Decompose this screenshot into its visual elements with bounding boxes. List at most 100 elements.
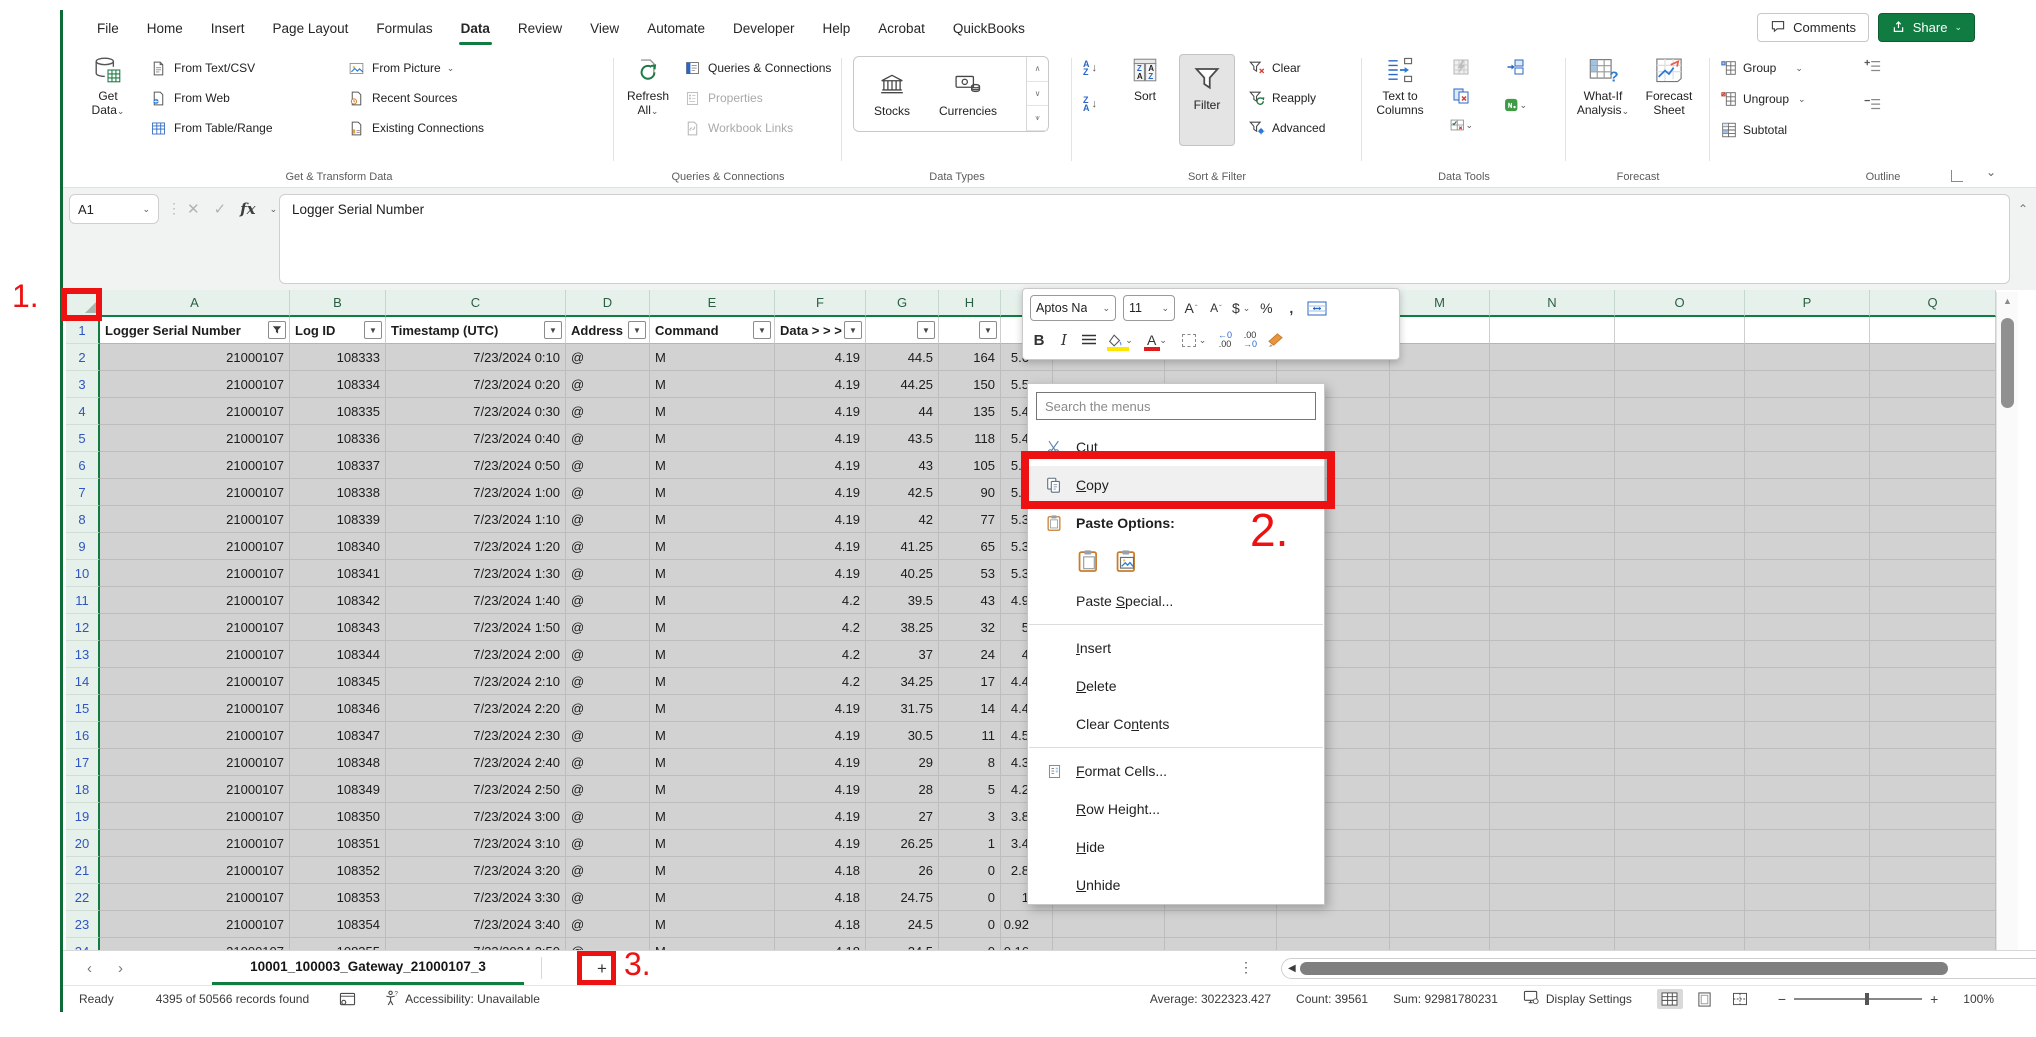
cell-A6[interactable]: 21000107: [100, 452, 290, 479]
cell-P16[interactable]: [1745, 722, 1870, 749]
row-header-3[interactable]: 3: [66, 371, 100, 398]
cell-A12[interactable]: 21000107: [100, 614, 290, 641]
cell-M12[interactable]: [1390, 614, 1490, 641]
vertical-scroll-thumb[interactable]: [2001, 318, 2014, 408]
cell-P20[interactable]: [1745, 830, 1870, 857]
cell-N16[interactable]: [1490, 722, 1615, 749]
cell-P7[interactable]: [1745, 479, 1870, 506]
row-header-18[interactable]: 18: [66, 776, 100, 803]
cell-B2[interactable]: 108333: [290, 344, 386, 371]
cell-E2[interactable]: M: [650, 344, 775, 371]
row-header-22[interactable]: 22: [66, 884, 100, 911]
column-header-P[interactable]: P: [1745, 290, 1870, 317]
cell-Q24[interactable]: [1870, 938, 1996, 950]
formula-bar-input[interactable]: Logger Serial Number: [279, 194, 2010, 284]
cell-D13[interactable]: @: [566, 641, 650, 668]
cell-D21[interactable]: @: [566, 857, 650, 884]
cell-N20[interactable]: [1490, 830, 1615, 857]
cell-F4[interactable]: 4.19: [775, 398, 866, 425]
cell-O15[interactable]: [1615, 695, 1745, 722]
cell-Q4[interactable]: [1870, 398, 1996, 425]
cell-D22[interactable]: @: [566, 884, 650, 911]
cell-H13[interactable]: 24: [939, 641, 1001, 668]
cell-B18[interactable]: 108349: [290, 776, 386, 803]
cell-O13[interactable]: [1615, 641, 1745, 668]
filter-dropdown-icon[interactable]: ▼: [544, 321, 562, 339]
cell-N3[interactable]: [1490, 371, 1615, 398]
cell-P11[interactable]: [1745, 587, 1870, 614]
tab-view[interactable]: View: [576, 10, 633, 46]
cell-M18[interactable]: [1390, 776, 1490, 803]
cell-B16[interactable]: 108347: [290, 722, 386, 749]
sort-descending-button[interactable]: ZA↓: [1079, 90, 1101, 118]
gallery-scrollbar[interactable]: ∧ ∨ ⩛: [1026, 57, 1048, 131]
merge-center-button[interactable]: [1307, 295, 1327, 321]
cell-C18[interactable]: 7/23/2024 2:50: [386, 776, 566, 803]
macro-record-icon[interactable]: [339, 992, 356, 1007]
cell-E17[interactable]: M: [650, 749, 775, 776]
cell-D23[interactable]: @: [566, 911, 650, 938]
cell-O11[interactable]: [1615, 587, 1745, 614]
cell-P14[interactable]: [1745, 668, 1870, 695]
menu-item-delete[interactable]: Delete: [1028, 667, 1324, 705]
row-header-14[interactable]: 14: [66, 668, 100, 695]
tab-acrobat[interactable]: Acrobat: [864, 10, 939, 46]
cell-G11[interactable]: 39.5: [866, 587, 939, 614]
cell-E16[interactable]: M: [650, 722, 775, 749]
cell-H10[interactable]: 53: [939, 560, 1001, 587]
cell-G24[interactable]: 24.5: [866, 938, 939, 950]
cell-I24[interactable]: 0.16: [1001, 938, 1053, 950]
from-table-range-button[interactable]: From Table/Range: [149, 116, 273, 140]
zoom-level[interactable]: 100%: [1963, 992, 1994, 1006]
cell-C24[interactable]: 7/23/2024 3:50: [386, 938, 566, 950]
header-cell-15[interactable]: [1745, 317, 1870, 344]
cell-C15[interactable]: 7/23/2024 2:20: [386, 695, 566, 722]
cell-E12[interactable]: M: [650, 614, 775, 641]
column-header-N[interactable]: N: [1490, 290, 1615, 317]
zoom-slider-thumb[interactable]: [1865, 993, 1869, 1005]
cell-D19[interactable]: @: [566, 803, 650, 830]
menu-item-clear-contents[interactable]: Clear Contents: [1028, 705, 1324, 743]
column-header-Q[interactable]: Q: [1870, 290, 1996, 317]
menu-item-insert[interactable]: Insert: [1028, 629, 1324, 667]
comments-button[interactable]: Comments: [1757, 13, 1869, 42]
cell-1024[interactable]: [1165, 938, 1277, 950]
cell-E19[interactable]: M: [650, 803, 775, 830]
increase-font-size-button[interactable]: Aˆ: [1182, 295, 1200, 321]
cell-A22[interactable]: 21000107: [100, 884, 290, 911]
tab-developer[interactable]: Developer: [719, 10, 809, 46]
recent-sources-button[interactable]: Recent Sources: [347, 86, 484, 110]
cell-C20[interactable]: 7/23/2024 3:10: [386, 830, 566, 857]
percent-style-button[interactable]: %: [1257, 295, 1275, 321]
cell-O17[interactable]: [1615, 749, 1745, 776]
cell-E23[interactable]: M: [650, 911, 775, 938]
data-model-icon[interactable]: ⌄: [1503, 94, 1527, 116]
properties-button[interactable]: Properties: [683, 86, 831, 110]
cell-G15[interactable]: 31.75: [866, 695, 939, 722]
cell-B6[interactable]: 108337: [290, 452, 386, 479]
cell-N13[interactable]: [1490, 641, 1615, 668]
cell-M3[interactable]: [1390, 371, 1490, 398]
cell-Q5[interactable]: [1870, 425, 1996, 452]
display-settings-button[interactable]: Display Settings: [1523, 990, 1632, 1008]
cell-A23[interactable]: 21000107: [100, 911, 290, 938]
row-header-2[interactable]: 2: [66, 344, 100, 371]
name-box[interactable]: A1⌄: [69, 194, 159, 224]
tab-file[interactable]: File: [83, 10, 133, 46]
hide-detail-icon[interactable]: [1861, 94, 1885, 116]
page-break-view-button[interactable]: [1727, 989, 1753, 1009]
italic-button[interactable]: I: [1055, 327, 1073, 353]
header-cell-14[interactable]: [1615, 317, 1745, 344]
increase-decimal-button[interactable]: .00→0: [1241, 327, 1259, 353]
cell-F8[interactable]: 4.19: [775, 506, 866, 533]
cell-C16[interactable]: 7/23/2024 2:30: [386, 722, 566, 749]
cell-C9[interactable]: 7/23/2024 1:20: [386, 533, 566, 560]
cell-A3[interactable]: 21000107: [100, 371, 290, 398]
currencies-button[interactable]: Currencies: [930, 57, 1006, 131]
tab-insert[interactable]: Insert: [197, 10, 259, 46]
paste-picture-icon[interactable]: [1114, 548, 1140, 577]
row-header-1[interactable]: 1: [66, 317, 100, 344]
column-header-G[interactable]: G: [866, 290, 939, 317]
cell-A5[interactable]: 21000107: [100, 425, 290, 452]
cell-A2[interactable]: 21000107: [100, 344, 290, 371]
